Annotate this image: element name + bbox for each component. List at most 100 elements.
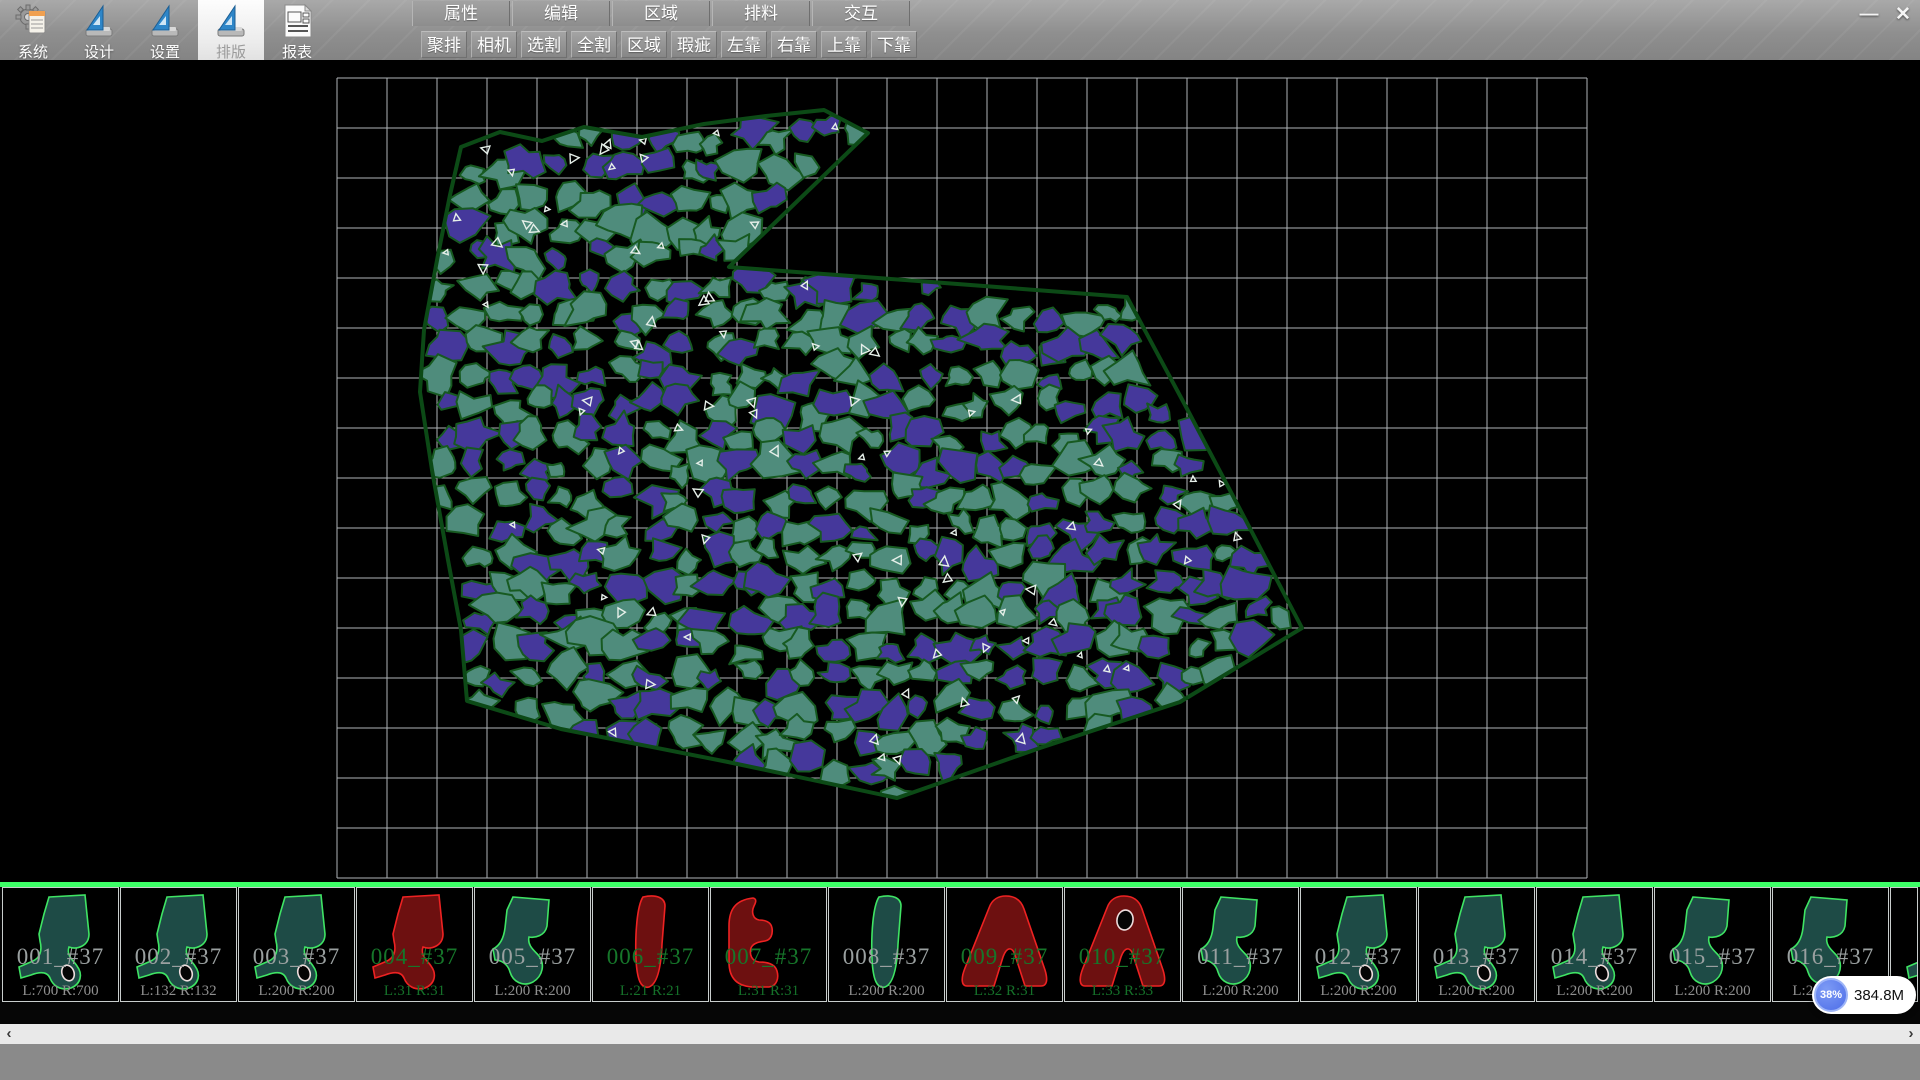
nested-piece[interactable] <box>426 330 468 361</box>
nested-piece[interactable] <box>856 428 883 448</box>
nested-piece[interactable] <box>548 487 571 508</box>
nested-piece[interactable] <box>703 512 734 532</box>
nested-piece[interactable] <box>935 537 963 575</box>
nested-piece[interactable] <box>1198 603 1237 630</box>
nested-piece[interactable] <box>778 370 821 397</box>
nested-piece[interactable] <box>1271 606 1291 629</box>
nested-piece[interactable] <box>691 629 729 654</box>
nested-piece[interactable] <box>754 329 779 350</box>
nested-piece[interactable] <box>1113 473 1151 503</box>
thumbnail-cell-13[interactable]: 013_#37 L:200 R:200 <box>1418 887 1535 1002</box>
nested-piece[interactable] <box>642 148 675 173</box>
nested-piece[interactable] <box>920 364 943 390</box>
scrollbar-thumb[interactable] <box>18 1024 1902 1044</box>
nested-piece[interactable] <box>671 688 708 712</box>
menu-item-3[interactable]: 区域 <box>612 1 710 26</box>
menu-item-4[interactable]: 排料 <box>712 1 810 26</box>
thumbnail-cell-3[interactable]: 003_#37 L:200 R:200 <box>238 887 355 1002</box>
minimize-button[interactable]: — <box>1853 3 1885 26</box>
nested-piece[interactable] <box>668 715 703 749</box>
thumbnail-cell-2[interactable]: 002_#37 L:132 R:132 <box>120 887 237 1002</box>
nested-piece[interactable] <box>574 414 602 441</box>
nested-piece[interactable] <box>1035 706 1053 724</box>
scroll-left-arrow[interactable]: ‹ <box>0 1024 18 1044</box>
thumbnail-cell-1[interactable]: 001_#37 L:700 R:700 <box>2 887 119 1002</box>
nested-piece[interactable] <box>670 463 690 488</box>
nesting-canvas[interactable] <box>0 60 1920 882</box>
nested-piece[interactable] <box>990 386 1023 416</box>
nested-piece[interactable] <box>870 508 909 534</box>
nested-piece[interactable] <box>880 442 919 476</box>
nested-piece[interactable] <box>974 361 1002 388</box>
nested-piece[interactable] <box>1138 636 1169 659</box>
nested-piece[interactable] <box>421 279 453 301</box>
nested-piece[interactable] <box>1174 455 1203 477</box>
tool-button-7[interactable]: 左靠 <box>721 31 767 58</box>
nested-piece[interactable] <box>644 421 671 439</box>
nested-piece[interactable] <box>825 719 856 742</box>
menu-item-5[interactable]: 交互 <box>812 1 910 26</box>
nested-piece[interactable] <box>526 478 550 501</box>
nested-piece[interactable] <box>877 662 912 685</box>
thumbnail-cell-15[interactable]: 015_#37 L:200 R:200 <box>1654 887 1771 1002</box>
nested-piece[interactable] <box>456 477 492 504</box>
tool-button-9[interactable]: 上靠 <box>821 31 867 58</box>
nested-piece[interactable] <box>697 669 721 690</box>
nested-piece[interactable] <box>1189 639 1211 658</box>
thumbnail-cell-11[interactable]: 011_#37 L:200 R:200 <box>1182 887 1299 1002</box>
tool-button-3[interactable]: 选割 <box>521 31 567 58</box>
nested-piece[interactable] <box>847 569 876 590</box>
nested-piece[interactable] <box>542 583 578 605</box>
thumbnail-cell-8[interactable]: 008_#37 L:200 R:200 <box>828 887 945 1002</box>
mode-button-5[interactable]: 报表 <box>264 0 330 60</box>
nested-piece[interactable] <box>1147 403 1170 422</box>
nested-piece[interactable] <box>844 464 871 482</box>
tool-button-2[interactable]: 相机 <box>471 31 517 58</box>
nested-piece[interactable] <box>789 119 817 142</box>
tool-button-8[interactable]: 右靠 <box>771 31 817 58</box>
nested-piece[interactable] <box>580 269 599 293</box>
menu-item-2[interactable]: 编辑 <box>512 1 610 26</box>
thumbnail-cell-7[interactable]: 007_#37 L:31 R:31 <box>710 887 827 1002</box>
horizontal-scrollbar[interactable]: ‹ › <box>0 1024 1920 1044</box>
nested-piece[interactable] <box>1229 620 1274 657</box>
nested-piece[interactable] <box>1069 359 1092 380</box>
nested-piece[interactable] <box>663 331 692 353</box>
nested-piece[interactable] <box>1221 566 1272 600</box>
close-button[interactable]: ✕ <box>1887 3 1919 26</box>
nested-piece[interactable] <box>1034 308 1064 333</box>
nested-piece[interactable] <box>1032 658 1062 684</box>
nested-piece[interactable] <box>946 366 973 386</box>
nested-piece[interactable] <box>544 155 567 175</box>
nested-piece[interactable] <box>729 646 763 665</box>
nested-piece[interactable] <box>1028 493 1059 511</box>
nested-piece[interactable] <box>899 749 930 775</box>
nested-piece[interactable] <box>852 283 878 301</box>
nested-piece[interactable] <box>1092 392 1123 419</box>
nested-piece[interactable] <box>677 549 701 576</box>
tool-button-1[interactable]: 聚排 <box>421 31 467 58</box>
nested-piece[interactable] <box>549 334 573 358</box>
nested-piece[interactable] <box>489 521 525 542</box>
nested-piece[interactable] <box>444 208 491 243</box>
nested-piece[interactable] <box>638 360 663 378</box>
nested-piece[interactable] <box>605 271 640 302</box>
nesting-canvas-area[interactable] <box>0 60 1920 882</box>
nested-piece[interactable] <box>1085 512 1115 533</box>
nested-piece[interactable] <box>462 547 492 567</box>
nested-piece[interactable] <box>722 489 755 513</box>
thumbnail-cell-4[interactable]: 004_#37 L:31 R:31 <box>356 887 473 1002</box>
nested-piece[interactable] <box>579 121 601 146</box>
nested-piece[interactable] <box>484 302 523 322</box>
menu-item-1[interactable]: 属性 <box>412 1 510 26</box>
nested-piece[interactable] <box>460 363 493 388</box>
nested-piece[interactable] <box>577 367 606 386</box>
nested-piece[interactable] <box>599 536 640 571</box>
mode-button-4[interactable]: 排版 <box>198 0 264 60</box>
thumbnail-cell-5[interactable]: 005_#37 L:200 R:200 <box>474 887 591 1002</box>
nested-piece[interactable] <box>547 463 564 477</box>
thumbnail-cell-10[interactable]: 010_#37 L:33 R:33 <box>1064 887 1181 1002</box>
mode-button-2[interactable]: 设计 <box>66 0 132 60</box>
nested-piece[interactable] <box>1113 513 1146 533</box>
nested-piece[interactable] <box>671 186 711 211</box>
